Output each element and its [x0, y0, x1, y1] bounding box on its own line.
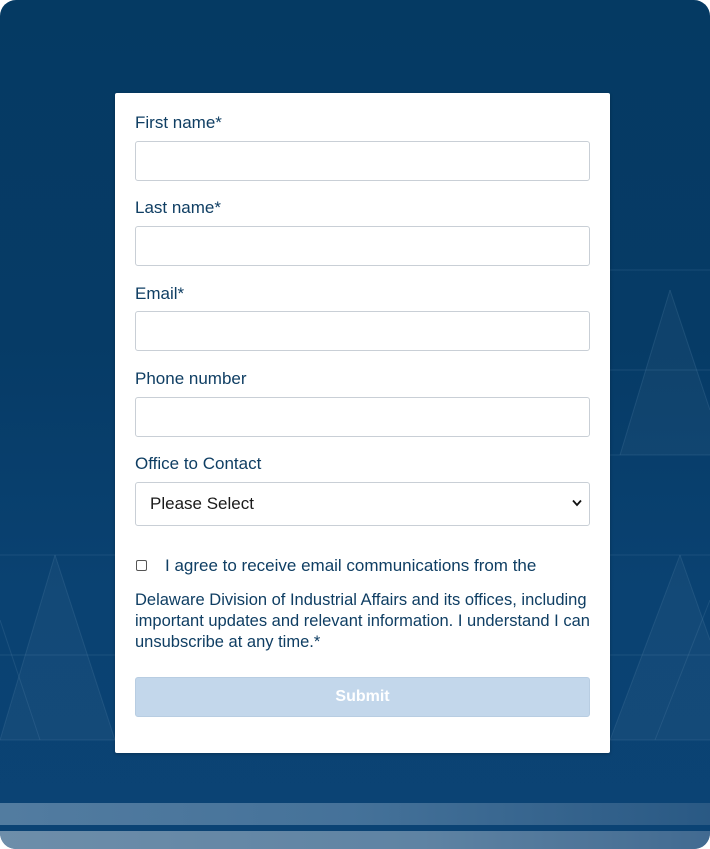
first-name-label: First name*	[135, 113, 222, 132]
office-select-value: Please Select	[150, 494, 254, 513]
email-input[interactable]	[135, 311, 590, 351]
page-background: First name* Last name* Email* Phone numb…	[0, 0, 710, 849]
last-name-label: Last name*	[135, 198, 221, 217]
email-label: Email*	[135, 284, 185, 303]
footer-stripe-lower	[0, 831, 710, 849]
submit-button[interactable]: Submit	[135, 677, 590, 717]
consent-text: Delaware Division of Industrial Affairs …	[135, 591, 590, 651]
consent-checkbox[interactable]	[136, 560, 147, 571]
phone-input[interactable]	[135, 397, 590, 437]
office-select[interactable]: Please Select	[135, 482, 590, 526]
last-name-input[interactable]	[135, 226, 590, 266]
office-label: Office to Contact	[135, 454, 262, 473]
phone-label: Phone number	[135, 369, 247, 388]
first-name-input[interactable]	[135, 141, 590, 181]
contact-form-card: First name* Last name* Email* Phone numb…	[115, 93, 610, 753]
footer-stripe	[0, 803, 710, 825]
consent-text-line1: I agree to receive email communications …	[165, 556, 537, 575]
chevron-down-icon	[572, 499, 582, 507]
